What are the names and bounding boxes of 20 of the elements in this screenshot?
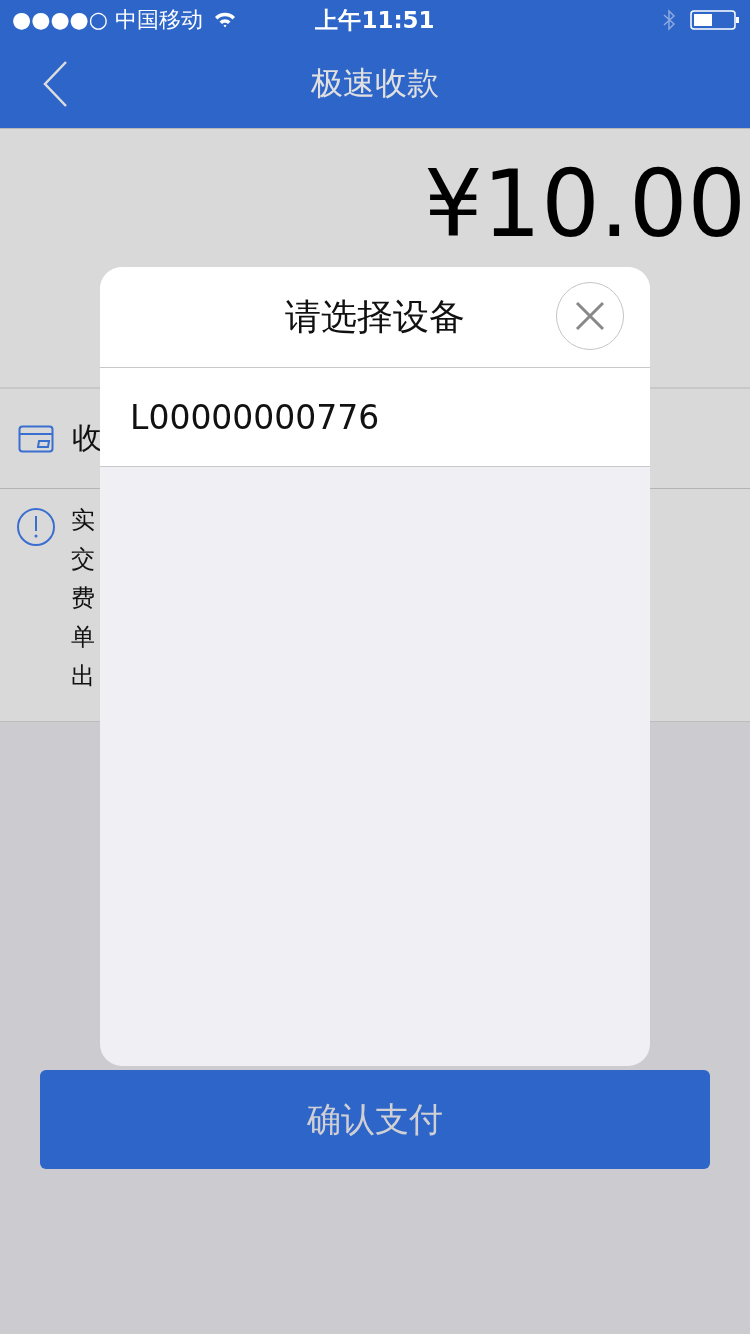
amount-value: ¥10.00 (424, 159, 746, 251)
info-text: 出 (71, 661, 95, 692)
info-text: 交 (71, 544, 95, 575)
card-icon (18, 424, 54, 453)
confirm-pay-button[interactable]: 确认支付 (40, 1070, 710, 1169)
bluetooth-icon (662, 8, 676, 32)
page-title: 极速收款 (310, 63, 440, 104)
info-text: 实 (71, 505, 95, 536)
info-text: 单 (71, 622, 95, 653)
carrier-name: ●●●●○ 中国移动 (12, 6, 203, 34)
dialog-title: 请选择设备 (285, 294, 465, 339)
battery-icon (690, 10, 740, 30)
close-icon (573, 299, 607, 333)
payment-label: 收 (72, 419, 102, 457)
warning-icon (16, 507, 56, 547)
info-text: 费 (71, 583, 95, 614)
device-item[interactable]: L00000000776 (100, 368, 650, 467)
clock-time: 上午11:51 (314, 5, 436, 35)
back-icon[interactable] (42, 60, 68, 108)
wifi-icon (213, 11, 237, 29)
